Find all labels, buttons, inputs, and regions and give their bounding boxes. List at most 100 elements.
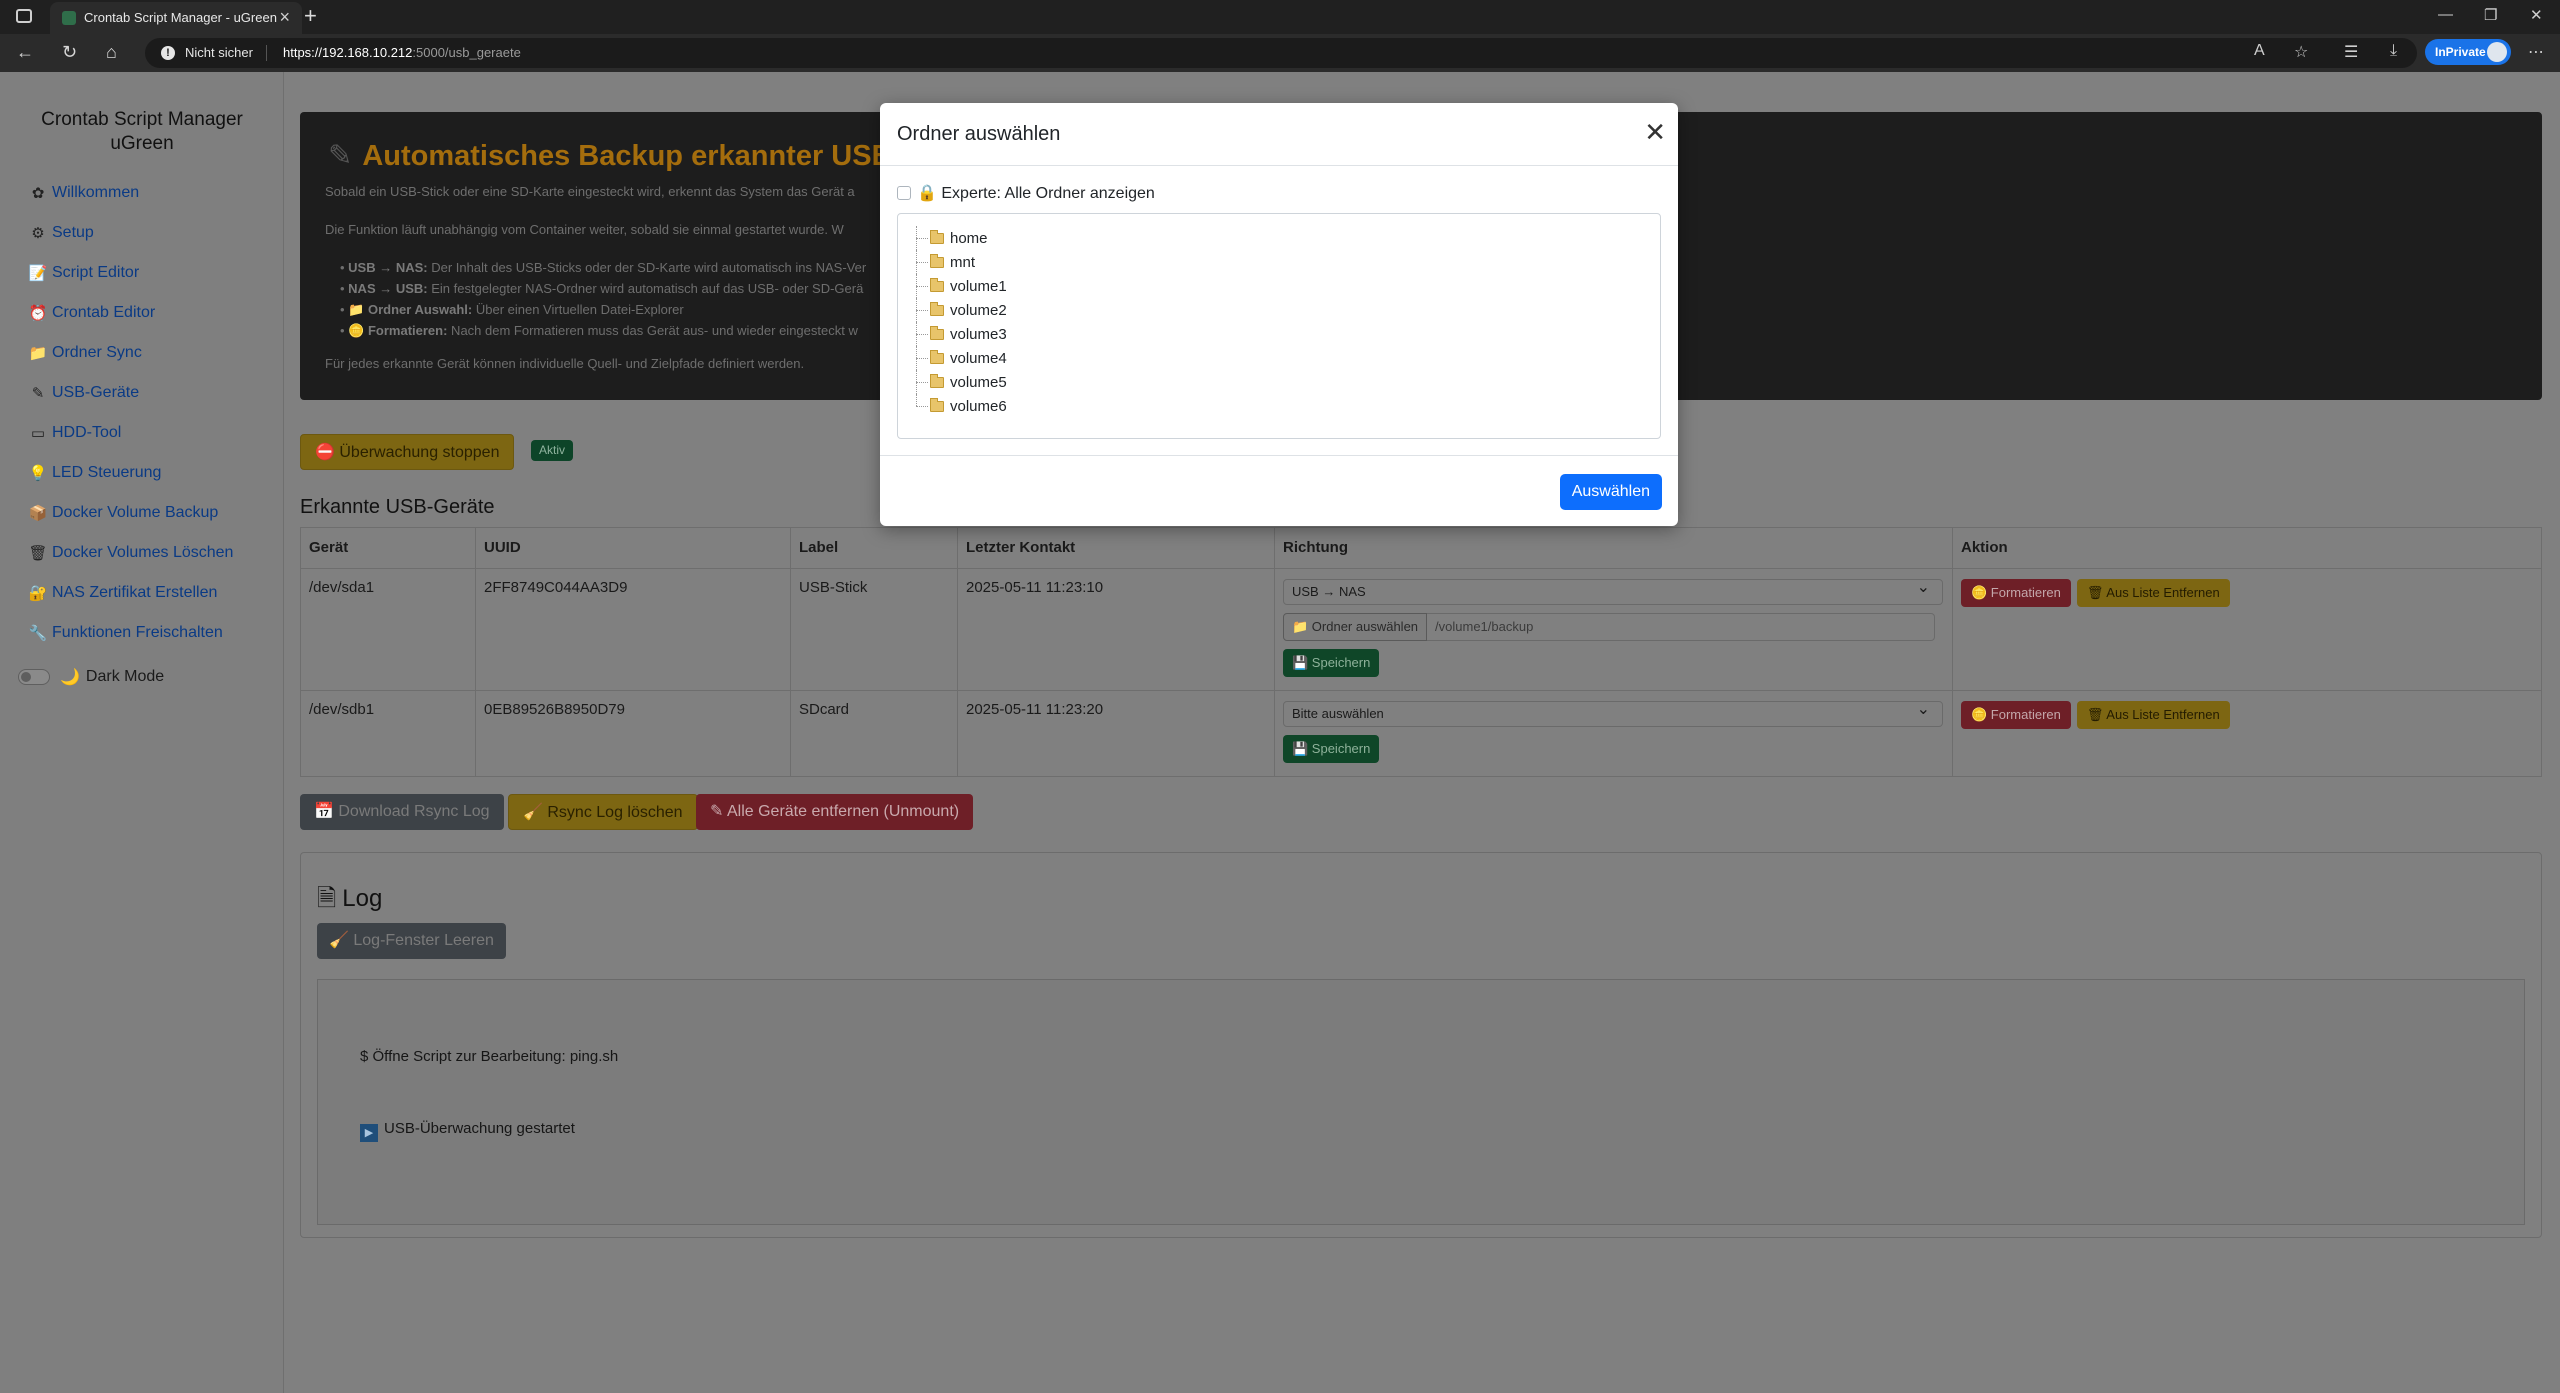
- sidebar-item-led-steuerung[interactable]: 💡 LED Steuerung: [28, 453, 233, 493]
- folder-node[interactable]: volume1: [910, 274, 1007, 298]
- reload-icon[interactable]: ↻: [62, 42, 77, 63]
- bullet-text: Ein festgelegter NAS-Ordner wird automat…: [427, 281, 864, 296]
- log-title-text: Log: [342, 885, 383, 912]
- browser-tab[interactable]: Crontab Script Manager - uGreen ×: [50, 2, 302, 34]
- sidebar-item-script-editor[interactable]: 📝 Script Editor: [28, 253, 233, 293]
- favorite-star-icon[interactable]: ☆: [2294, 42, 2308, 62]
- label-cell: USB-Stick: [790, 568, 958, 691]
- folder-node[interactable]: volume3: [910, 322, 1007, 346]
- inprivate-badge[interactable]: InPrivate: [2425, 39, 2511, 65]
- restore-icon[interactable]: ❐: [2484, 6, 2497, 24]
- log-output[interactable]: $ Öffne Script zur Bearbeitung: ping.sh …: [317, 979, 2525, 1225]
- sidebar-item-hdd-tool[interactable]: ▭ HDD-Tool: [28, 413, 233, 453]
- remove-from-list-button[interactable]: 🗑 Aus Liste Entfernen: [2076, 701, 2230, 729]
- folder-label: volume2: [950, 301, 1007, 319]
- window-menu-icon[interactable]: [16, 9, 32, 23]
- device-cell: /dev/sdb1: [300, 690, 476, 777]
- banner-paragraph-1: Sobald ein USB-Stick oder eine SD-Karte …: [325, 184, 855, 199]
- format-button[interactable]: 🪙 Formatieren: [1961, 579, 2071, 607]
- direction-select[interactable]: Bitte auswählen: [1283, 698, 1943, 727]
- tab-title: Crontab Script Manager - uGreen: [84, 10, 277, 25]
- folder-node[interactable]: volume2: [910, 298, 1007, 322]
- tree-connector: [910, 370, 930, 394]
- folder-icon: [930, 229, 944, 244]
- sidebar-item-label: Willkommen: [52, 184, 140, 201]
- folder-node[interactable]: volume4: [910, 346, 1007, 370]
- security-label[interactable]: Nicht sicher: [185, 45, 253, 60]
- sidebar-item-nas-zertifikat-erstellen[interactable]: 🔐 NAS Zertifikat Erstellen: [28, 573, 233, 613]
- choose-folder-button[interactable]: 📁 Ordner auswählen: [1283, 613, 1428, 641]
- favorites-icon[interactable]: ☰: [2344, 42, 2358, 62]
- sidebar-item-funktionen-freischalten[interactable]: 🔧 Funktionen Freischalten: [28, 613, 233, 653]
- folder-node[interactable]: home: [910, 226, 988, 250]
- col-last-contact: Letzter Kontakt: [957, 527, 1275, 569]
- new-tab-icon[interactable]: +: [304, 3, 317, 29]
- tree-connector: [910, 298, 930, 322]
- sidebar-item-usb-geräte[interactable]: ✎ USB-Geräte: [28, 373, 233, 413]
- close-icon[interactable]: ✕: [1644, 117, 1666, 148]
- pen-icon: ✎: [328, 140, 353, 172]
- back-icon[interactable]: ←: [16, 42, 34, 63]
- sidebar-item-label: Funktionen Freischalten: [52, 624, 223, 641]
- folder-icon: [930, 349, 944, 364]
- tab-close-icon[interactable]: ×: [279, 7, 290, 28]
- inprivate-label: InPrivate: [2435, 45, 2486, 59]
- more-options-icon[interactable]: ⋯: [2528, 42, 2544, 62]
- folder-path-field[interactable]: /volume1/backup: [1427, 613, 1936, 641]
- dark-mode-switch[interactable]: [18, 669, 50, 685]
- direction-cell: USB → NAS 📁 Ordner auswählen /volume1/ba…: [1274, 568, 1953, 691]
- select-button[interactable]: Auswählen: [1559, 474, 1662, 510]
- sidebar-item-icon: ✿: [31, 185, 45, 202]
- sidebar-item-icon: 📦: [28, 505, 48, 522]
- close-window-icon[interactable]: ✕: [2530, 6, 2543, 24]
- minimize-icon[interactable]: —: [2438, 6, 2453, 23]
- direction-select[interactable]: USB → NAS: [1283, 576, 1943, 605]
- sidebar-item-willkommen[interactable]: ✿ Willkommen: [28, 173, 233, 213]
- folder-label: home: [950, 229, 988, 247]
- sidebar-item-label: Docker Volume Backup: [52, 504, 219, 521]
- table-header-row: Gerät UUID Label Letzter Kontakt Richtun…: [300, 527, 2542, 569]
- format-button[interactable]: 🪙 Formatieren: [1961, 701, 2071, 729]
- sidebar-item-crontab-editor[interactable]: ⏰ Crontab Editor: [28, 293, 233, 333]
- expert-checkbox[interactable]: [897, 186, 911, 200]
- sidebar-item-label: LED Steuerung: [52, 464, 162, 481]
- folder-node[interactable]: volume6: [910, 394, 1007, 418]
- sidebar-item-setup[interactable]: ⚙ Setup: [28, 213, 233, 253]
- save-button[interactable]: 💾 Speichern: [1283, 649, 1380, 677]
- sidebar-item-docker-volume-backup[interactable]: 📦 Docker Volume Backup: [28, 493, 233, 533]
- sidebar-item-ordner-sync[interactable]: 📁 Ordner Sync: [28, 333, 233, 373]
- address-bar[interactable]: ! Nicht sicher https://192.168.10.212:50…: [145, 38, 2417, 68]
- url-text[interactable]: https://192.168.10.212:5000/usb_geraete: [283, 45, 521, 60]
- download-rsync-log-button[interactable]: 📅 Download Rsync Log: [300, 794, 504, 830]
- sidebar-item-docker-volumes-löschen[interactable]: 🗑 Docker Volumes Löschen: [28, 533, 233, 573]
- url-path: :5000/usb_geraete: [412, 45, 521, 60]
- folder-label: volume4: [950, 349, 1007, 367]
- sidebar-item-icon: 📁: [28, 345, 48, 362]
- dialog-footer: Auswählen: [880, 455, 1678, 526]
- clear-log-window-button[interactable]: 🧹 Log-Fenster Leeren: [317, 923, 506, 959]
- stop-monitoring-button[interactable]: ⛔ Überwachung stoppen: [300, 434, 515, 470]
- dark-mode-toggle[interactable]: 🌙 Dark Mode: [18, 667, 164, 687]
- tab-favicon-icon: [62, 11, 76, 25]
- banner-paragraph-2: Die Funktion läuft unabhängig vom Contai…: [325, 222, 844, 237]
- remove-from-list-button[interactable]: 🗑 Aus Liste Entfernen: [2076, 579, 2230, 607]
- log-title: 🗎 Log: [317, 881, 382, 922]
- banner-bullet: • 🪙 Formatieren: Nach dem Formatieren mu…: [340, 323, 858, 338]
- read-aloud-icon[interactable]: A: [2254, 42, 2265, 60]
- sidebar-item-label: Crontab Editor: [52, 304, 156, 321]
- tree-connector: [910, 226, 930, 250]
- folder-picker-dialog: Ordner auswählen ✕ 🔒 Experte: Alle Ordne…: [880, 103, 1678, 526]
- folder-node[interactable]: mnt: [910, 250, 975, 274]
- folder-icon: [930, 373, 944, 388]
- expert-mode-checkbox[interactable]: 🔒 Experte: Alle Ordner anzeigen: [897, 183, 1155, 203]
- save-button[interactable]: 💾 Speichern: [1283, 735, 1380, 763]
- download-icon[interactable]: ⤓: [2390, 42, 2397, 60]
- sidebar-nav: ✿ Willkommen ⚙ Setup 📝 Script Editor ⏰ Crontab …: [28, 173, 233, 653]
- dark-mode-label: Dark Mode: [85, 668, 165, 685]
- folder-node[interactable]: volume5: [910, 370, 1007, 394]
- col-device: Gerät: [300, 527, 476, 569]
- home-icon[interactable]: ⌂: [106, 42, 117, 63]
- bullet-text: Über einen Virtuellen Datei-Explorer: [472, 302, 684, 317]
- clear-rsync-log-button[interactable]: 🧹 Rsync Log löschen: [508, 794, 698, 830]
- unmount-all-button[interactable]: ✎ Alle Geräte entfernen (Unmount): [696, 794, 974, 830]
